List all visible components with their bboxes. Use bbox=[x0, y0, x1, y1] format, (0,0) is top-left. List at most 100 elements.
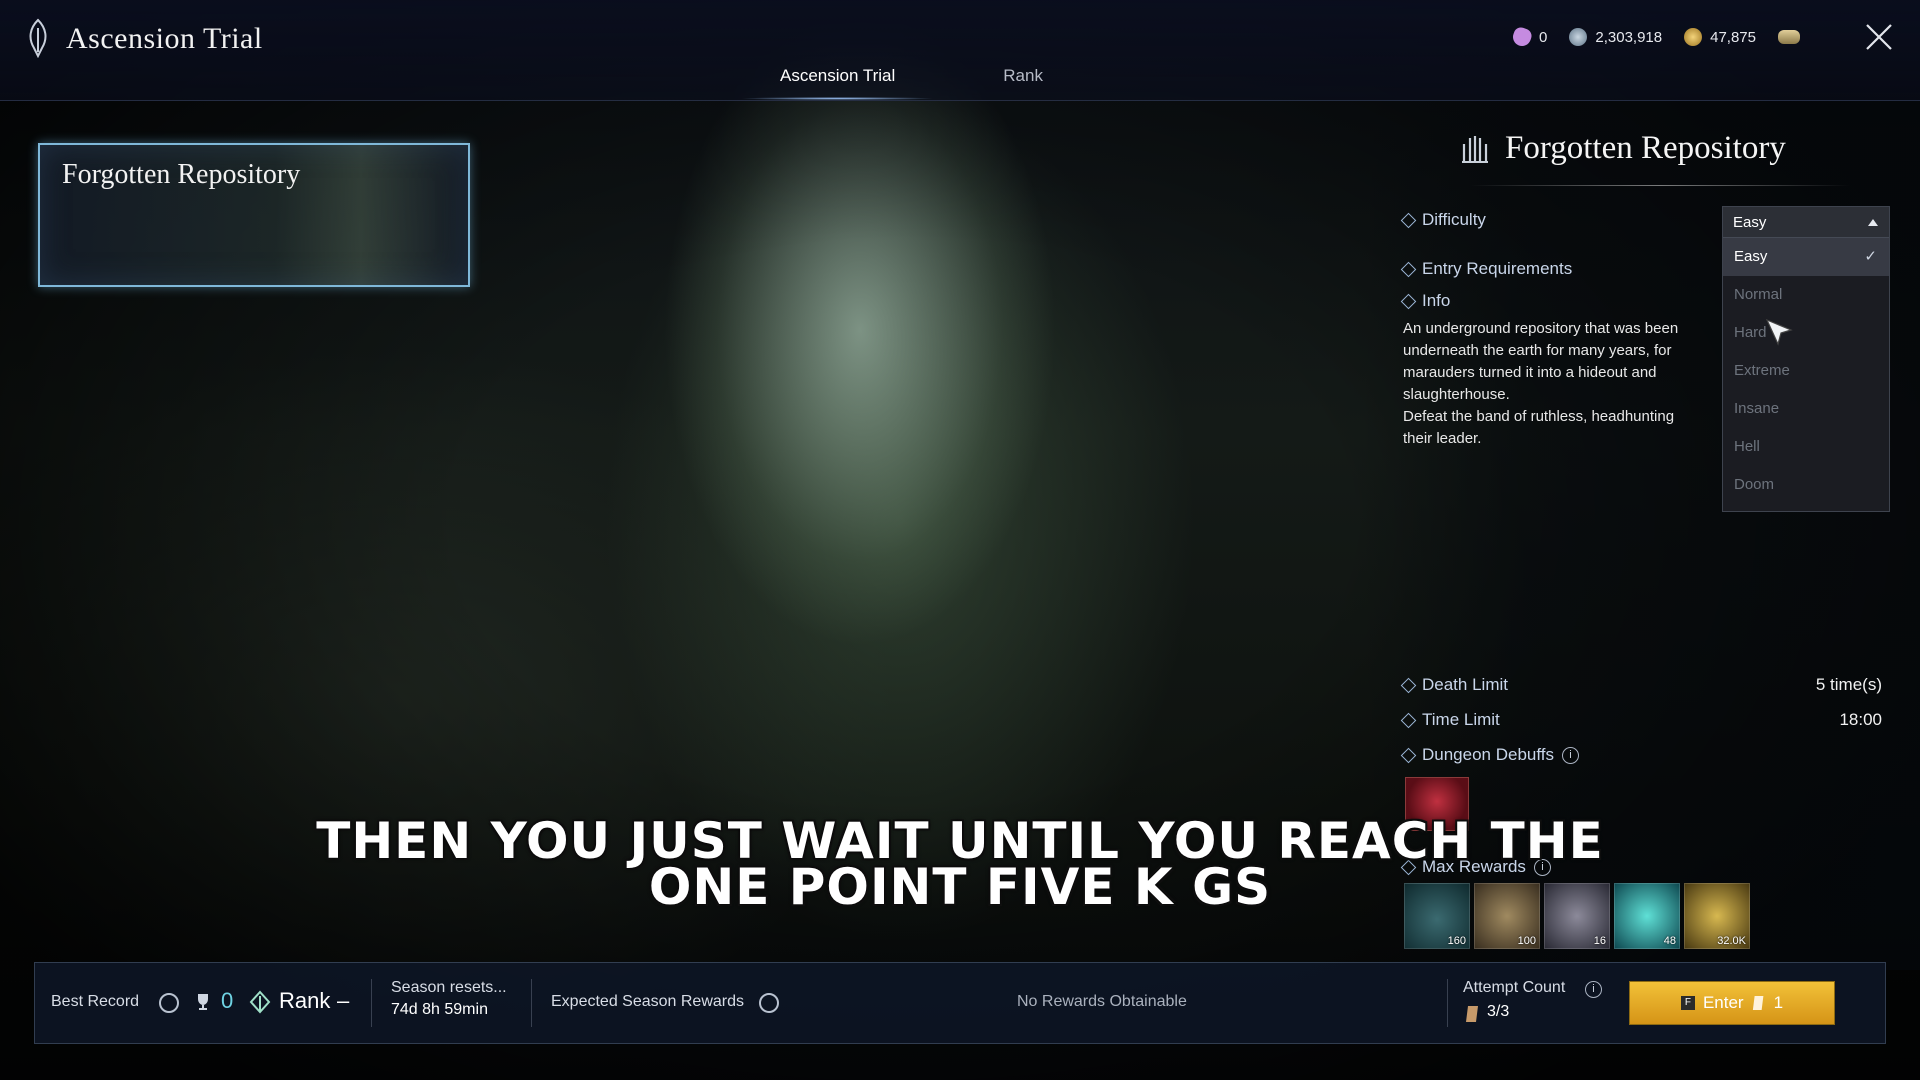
option-label: Easy bbox=[1734, 248, 1768, 265]
enter-cost: 1 bbox=[1773, 993, 1784, 1012]
difficulty-option-doom[interactable]: Doom bbox=[1723, 466, 1889, 504]
coin-stack-icon[interactable] bbox=[1778, 30, 1800, 44]
close-icon[interactable] bbox=[1864, 22, 1894, 52]
info-line: Defeat the band of ruthless, headhunting bbox=[1403, 408, 1675, 425]
bullet-diamond-icon bbox=[1400, 747, 1417, 763]
reward-count: 160 bbox=[1447, 935, 1466, 947]
subtitle-line-2: ONE POINT FIVE K GS bbox=[648, 858, 1272, 916]
currency-bar: 0 2,303,918 47,875 bbox=[1510, 25, 1800, 49]
ascension-emblem-icon bbox=[29, 18, 47, 58]
difficulty-dropdown[interactable]: Easy Easy ✓ Normal Hard Extreme Insane H… bbox=[1722, 206, 1890, 512]
difficulty-row: Difficulty bbox=[1400, 210, 1486, 230]
rank-value: – bbox=[337, 988, 350, 1013]
time-limit-label: Time Limit bbox=[1422, 710, 1500, 729]
close-button[interactable] bbox=[1862, 22, 1896, 56]
bullet-diamond-icon bbox=[1400, 712, 1417, 728]
divider bbox=[371, 979, 372, 1027]
entry-requirements-label: Entry Requirements bbox=[1422, 259, 1573, 278]
top-bar: Ascension Trial 0 2,303,918 47,875 Ascen… bbox=[0, 0, 1920, 101]
check-icon: ✓ bbox=[1864, 248, 1877, 265]
info-icon[interactable]: i bbox=[1562, 746, 1580, 764]
rank-emblem-icon bbox=[249, 990, 271, 1014]
search-icon[interactable] bbox=[759, 993, 779, 1013]
info-line: their leader. bbox=[1403, 430, 1482, 447]
season-reset-label: Season resets... bbox=[391, 979, 507, 996]
bullet-diamond-icon bbox=[1400, 293, 1417, 309]
difficulty-option-hard[interactable]: Hard bbox=[1723, 314, 1889, 352]
info-line: marauders turned it into a hideout and bbox=[1403, 364, 1657, 381]
reward-count: 32.0K bbox=[1717, 935, 1746, 947]
difficulty-dropdown-header[interactable]: Easy bbox=[1723, 207, 1889, 238]
rank-label: Rank bbox=[279, 988, 331, 1013]
reward-crystal[interactable]: 48 bbox=[1614, 883, 1680, 949]
difficulty-option-insane[interactable]: Insane bbox=[1723, 390, 1889, 428]
attempt-count-value: 3/3 bbox=[1487, 1003, 1510, 1020]
enter-label: Enter bbox=[1702, 993, 1744, 1012]
option-label: Insane bbox=[1734, 400, 1780, 417]
difficulty-option-normal[interactable]: Normal bbox=[1723, 276, 1889, 314]
info-line: An underground repository that was been bbox=[1403, 320, 1679, 337]
dungeon-card-forgotten-repository[interactable]: Forgotten Repository bbox=[38, 143, 470, 287]
currency-extra[interactable] bbox=[1778, 30, 1800, 44]
video-subtitle: THEN YOU JUST WAIT UNTIL YOU REACH THE O… bbox=[300, 816, 1620, 916]
info-line: slaughterhouse. bbox=[1403, 386, 1510, 403]
mouse-cursor-icon bbox=[1765, 318, 1793, 346]
attempt-count-label: Attempt Count bbox=[1463, 979, 1566, 996]
tab-bar: Ascension Trial Rank bbox=[739, 66, 1043, 100]
info-icon[interactable]: i bbox=[1585, 981, 1602, 998]
season-reset-time: 74d 8h 59min bbox=[391, 1001, 488, 1018]
dungeon-card-title: Forgotten Repository bbox=[62, 159, 301, 190]
divider bbox=[1447, 979, 1448, 1027]
ticket-icon bbox=[1752, 996, 1763, 1010]
bullet-diamond-icon bbox=[1400, 261, 1417, 277]
currency-silver: 2,303,918 bbox=[1569, 28, 1662, 46]
expected-season-rewards-label: Expected Season Rewards bbox=[551, 993, 744, 1010]
death-limit-label: Death Limit bbox=[1422, 675, 1508, 694]
panel-title-divider bbox=[1470, 185, 1850, 186]
death-limit-value: 5 time(s) bbox=[1815, 675, 1882, 694]
silver-coin-icon bbox=[1569, 28, 1588, 46]
page-title: Ascension Trial bbox=[66, 22, 263, 55]
divider bbox=[531, 979, 532, 1027]
difficulty-selected-value: Easy bbox=[1733, 213, 1767, 231]
reward-count: 100 bbox=[1517, 935, 1536, 947]
info-line: underneath the earth for many years, for bbox=[1403, 342, 1672, 359]
best-record-label: Best Record bbox=[51, 993, 140, 1010]
currency-silver-value: 2,303,918 bbox=[1595, 28, 1663, 46]
search-icon[interactable] bbox=[159, 993, 179, 1013]
currency-crystal: 0 bbox=[1510, 25, 1548, 49]
currency-gold: 47,875 bbox=[1684, 28, 1756, 46]
dungeon-emblem-icon bbox=[1462, 136, 1488, 163]
reward-count: 16 bbox=[1593, 935, 1606, 947]
reward-gold-pouch[interactable]: 32.0K bbox=[1684, 883, 1750, 949]
option-label: Doom bbox=[1734, 476, 1775, 493]
option-label: Hard bbox=[1734, 324, 1767, 341]
option-label: Normal bbox=[1734, 286, 1783, 303]
best-record-value: 0 bbox=[221, 988, 234, 1013]
tab-rank[interactable]: Rank bbox=[1003, 66, 1043, 100]
chevron-up-icon bbox=[1868, 219, 1878, 226]
reward-count: 48 bbox=[1663, 935, 1676, 947]
time-limit-value: 18:00 bbox=[1839, 710, 1882, 729]
currency-gold-value: 47,875 bbox=[1710, 28, 1756, 46]
dungeon-debuffs-row: Dungeon Debuffs i bbox=[1400, 745, 1580, 765]
bullet-diamond-icon bbox=[1400, 212, 1417, 228]
bottom-bar: Best Record 0 Rank – Season resets... 74… bbox=[34, 962, 1886, 1044]
enter-button[interactable]: F Enter 1 bbox=[1629, 981, 1835, 1025]
difficulty-option-extreme[interactable]: Extreme bbox=[1723, 352, 1889, 390]
entry-requirements-row: Entry Requirements bbox=[1400, 259, 1573, 279]
trophy-icon bbox=[198, 994, 208, 1010]
currency-crystal-value: 0 bbox=[1539, 28, 1548, 46]
option-label: Extreme bbox=[1734, 362, 1790, 379]
difficulty-label: Difficulty bbox=[1422, 210, 1486, 229]
difficulty-option-hell[interactable]: Hell bbox=[1723, 428, 1889, 466]
option-label: Hell bbox=[1734, 438, 1760, 455]
time-limit-row: Time Limit bbox=[1400, 710, 1500, 730]
gold-coin-icon bbox=[1684, 28, 1703, 46]
keybind-f: F bbox=[1680, 996, 1695, 1010]
tab-ascension-trial[interactable]: Ascension Trial bbox=[739, 66, 936, 100]
info-label: Info bbox=[1422, 291, 1451, 310]
dungeon-debuffs-label: Dungeon Debuffs bbox=[1422, 745, 1555, 764]
difficulty-option-easy[interactable]: Easy ✓ bbox=[1723, 238, 1889, 276]
death-limit-row: Death Limit bbox=[1400, 675, 1508, 695]
